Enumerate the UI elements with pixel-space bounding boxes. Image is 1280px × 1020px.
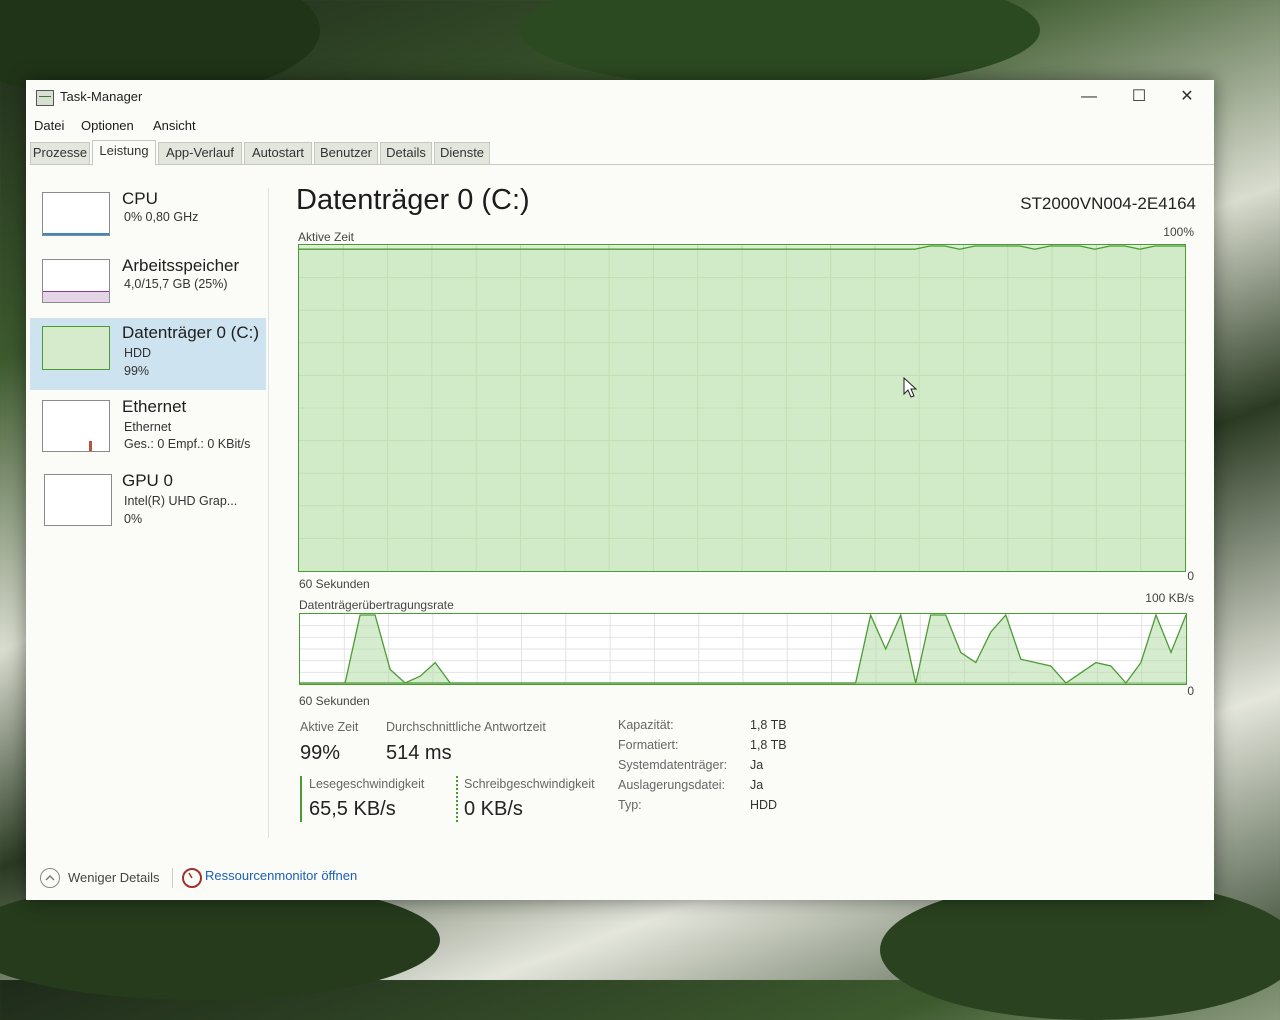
transfer-rate-graph-duration: 60 Sekunden [299,694,370,708]
info-system-disk-label: Systemdatenträger: [618,758,728,772]
info-type-value: HDD [750,798,778,812]
sidebar-item-title: Ethernet [122,397,187,416]
info-system-disk-value: Ja [750,758,764,772]
footer-divider [172,868,173,888]
sidebar-item-detail: 99% [124,364,150,378]
sidebar-item-title: GPU 0 [122,471,174,490]
sidebar-item-title: CPU [122,189,158,208]
read-speed-label: Lesegeschwindigkeit [309,777,425,791]
sidebar-item-detail: Ges.: 0 Empf.: 0 KBit/s [124,437,251,451]
close-button[interactable]: ✕ [1164,84,1210,110]
gpu-thumbnail-graph [44,474,112,526]
write-speed-label: Schreibgeschwindigkeit [464,777,595,791]
resource-monitor-icon[interactable] [182,868,202,888]
write-speed-value: 0 KB/s [464,798,523,820]
info-pagefile-label: Auslagerungsdatei: [618,778,726,792]
tab-bar: Prozesse Leistung App-Verlauf Autostart … [30,140,1214,166]
sidebar-item-detail: 4,0/15,7 GB (25%) [124,277,228,291]
tab-app-verlauf[interactable]: App-Verlauf [158,142,242,165]
task-manager-window: Task-Manager — ☐ ✕ Datei Optionen Ansich… [26,80,1214,900]
disk-thumbnail-graph [42,326,110,370]
active-time-graph-label: Aktive Zeit [298,230,355,244]
menu-datei[interactable]: Datei [34,118,64,133]
transfer-rate-graph-max: 100 KB/s [1145,591,1194,605]
response-time-value: 514 ms [386,742,452,764]
sidebar-divider [268,188,269,838]
memory-thumbnail-graph [42,259,110,303]
info-capacity-label: Kapazität: [618,718,674,732]
open-resource-monitor-link[interactable]: Ressourcenmonitor öffnen [205,868,357,883]
background-leaf [520,0,1040,90]
performance-sidebar: CPU 0% 0,80 GHz Arbeitsspeicher 4,0/15,7… [30,184,268,824]
tab-autostart[interactable]: Autostart [244,142,312,165]
tab-prozesse[interactable]: Prozesse [30,142,90,165]
menu-optionen[interactable]: Optionen [81,118,134,133]
sidebar-item-ethernet[interactable]: Ethernet Ethernet Ges.: 0 Empf.: 0 KBit/… [30,392,266,464]
menu-bar: Datei Optionen Ansicht [26,114,1214,136]
task-manager-icon [36,90,54,106]
sidebar-item-detail: HDD [124,346,152,360]
sidebar-item-detail: 0% [124,512,143,526]
mouse-cursor-icon [903,377,918,398]
background-leaf [880,880,1280,1020]
active-time-value: 99% [300,742,341,764]
transfer-rate-graph-min: 0 [1187,684,1194,698]
transfer-rate-graph [299,613,1187,685]
disk-model: ST2000VN004-2E4164 [1020,194,1196,213]
write-speed-marker [456,776,458,822]
sidebar-item-title: Arbeitsspeicher [122,256,240,275]
ethernet-thumbnail-graph [42,400,110,452]
response-time-label: Durchschnittliche Antwortzeit [386,720,546,734]
chevron-up-icon[interactable] [40,868,60,888]
page-title: Datenträger 0 (C:) [296,184,530,216]
minimize-button[interactable]: — [1066,84,1112,110]
info-type-label: Typ: [618,798,642,812]
less-details-button[interactable]: Weniger Details [68,870,160,885]
tab-details[interactable]: Details [380,142,432,165]
info-pagefile-value: Ja [750,778,764,792]
read-speed-marker [300,776,302,822]
active-time-graph-min: 0 [1187,569,1194,583]
transfer-rate-graph-label: Datenträgerübertragungsrate [299,598,454,612]
active-time-graph-max: 100% [1163,225,1194,239]
footer-bar: Weniger Details Ressourcenmonitor öffnen [26,862,1214,892]
read-speed-value: 65,5 KB/s [309,798,396,820]
active-time-label: Aktive Zeit [300,720,359,734]
sidebar-item-memory[interactable]: Arbeitsspeicher 4,0/15,7 GB (25%) [30,251,266,323]
sidebar-item-title: Datenträger 0 (C:) [122,323,259,342]
window-title: Task-Manager [60,89,143,104]
active-time-series-area [299,246,1185,571]
tab-benutzer[interactable]: Benutzer [314,142,378,165]
cpu-thumbnail-graph [42,192,110,236]
tab-leistung[interactable]: Leistung [92,140,156,166]
info-formatted-value: 1,8 TB [750,738,787,752]
title-bar[interactable]: Task-Manager — ☐ ✕ [26,80,1214,114]
sidebar-item-cpu[interactable]: CPU 0% 0,80 GHz [30,184,266,256]
tab-dienste[interactable]: Dienste [434,142,490,165]
disk-detail-panel: Datenträger 0 (C:) ST2000VN004-2E4164 Ak… [296,184,1196,884]
sidebar-item-detail: 0% 0,80 GHz [124,210,199,224]
info-formatted-label: Formatiert: [618,738,679,752]
active-time-graph [298,244,1186,572]
maximize-button[interactable]: ☐ [1116,84,1162,110]
sidebar-item-detail: Ethernet [124,420,172,434]
active-time-graph-duration: 60 Sekunden [299,577,370,591]
sidebar-item-detail: Intel(R) UHD Grap... [124,494,238,508]
menu-ansicht[interactable]: Ansicht [153,118,196,133]
sidebar-item-disk-0[interactable]: Datenträger 0 (C:) HDD 99% [30,318,266,390]
sidebar-item-gpu-0[interactable]: GPU 0 Intel(R) UHD Grap... 0% [30,466,266,538]
info-capacity-value: 1,8 TB [750,718,787,732]
